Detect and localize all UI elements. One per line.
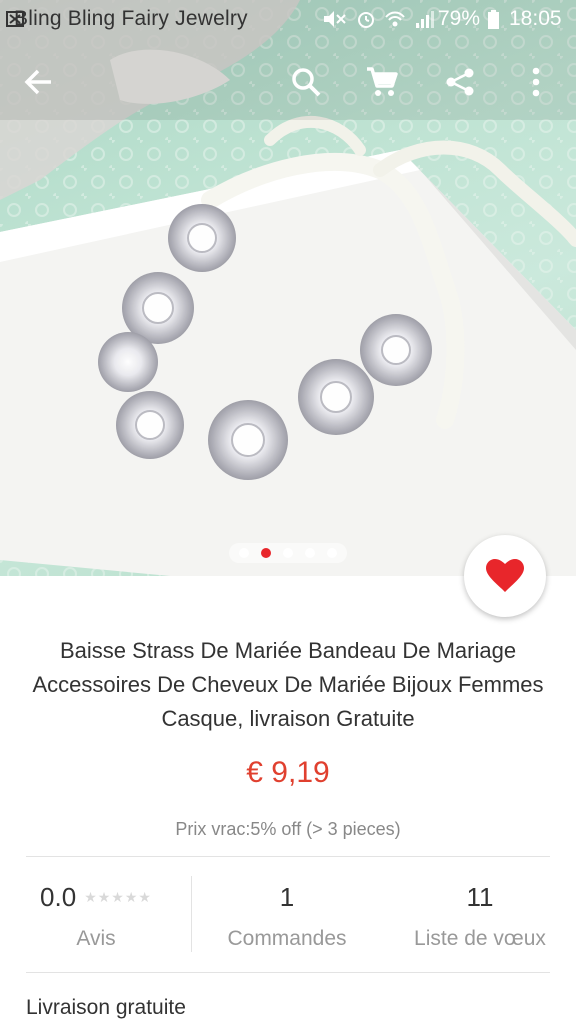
toolbar xyxy=(0,50,576,114)
arrow-left-icon xyxy=(24,69,51,95)
wishlist-value: 11 xyxy=(466,882,494,912)
search-icon xyxy=(292,68,321,97)
orders-stat[interactable]: 1 Commandes xyxy=(207,882,367,951)
rating-value: 0.0 xyxy=(40,882,77,912)
more-vert-icon xyxy=(532,67,540,97)
share-button[interactable] xyxy=(438,60,482,104)
alarm-icon xyxy=(358,12,374,28)
product-price: € 9,19 xyxy=(246,756,330,789)
orders-value: 1 xyxy=(279,882,295,912)
wishlist-label: Liste de vœux xyxy=(414,927,546,950)
wifi-icon xyxy=(385,11,405,27)
product-title: Baisse Strass De Mariée Bandeau De Maria… xyxy=(32,638,544,731)
battery-percent: 79% xyxy=(438,7,481,30)
share-icon xyxy=(446,68,474,96)
divider xyxy=(26,856,550,857)
clock: 18:05 xyxy=(509,7,562,30)
system-icons xyxy=(322,8,436,30)
search-button[interactable] xyxy=(284,60,328,104)
carousel-dot[interactable] xyxy=(239,548,249,558)
shopping-cart-icon xyxy=(367,67,398,96)
carousel-indicator xyxy=(229,543,347,563)
carousel-dot-active[interactable] xyxy=(261,548,271,558)
more-options-button[interactable] xyxy=(514,60,558,104)
bulk-price-info: Prix vrac:5% off (> 3 pieces) xyxy=(175,819,401,839)
status-bar: Bling Bling Fairy Jewelry 79% 18:05 xyxy=(0,0,576,40)
product-stats: 0.0 ★★★★★ Avis 1 Commandes 11 Liste de v… xyxy=(0,860,576,970)
rating-label: Avis xyxy=(76,927,116,950)
product-image-carousel[interactable]: Bling Bling Fairy Jewelry 79% 18:05 xyxy=(0,0,576,576)
rating-stars: ★★★★★ xyxy=(84,889,152,905)
rating-stat[interactable]: 0.0 ★★★★★ Avis xyxy=(26,882,166,951)
signal-icon xyxy=(416,11,434,28)
shipping-label[interactable]: Livraison gratuite xyxy=(26,996,186,1020)
orders-label: Commandes xyxy=(227,927,347,950)
wishlist-stat[interactable]: 11 Liste de vœux xyxy=(400,882,560,951)
carousel-dot[interactable] xyxy=(283,548,293,558)
heart-icon xyxy=(486,559,524,592)
back-button[interactable] xyxy=(16,60,60,104)
carousel-dot[interactable] xyxy=(305,548,315,558)
carousel-dot[interactable] xyxy=(327,548,337,558)
wishlist-button[interactable] xyxy=(464,535,546,617)
notification-app-name: Bling Bling Fairy Jewelry xyxy=(14,7,248,30)
cart-button[interactable] xyxy=(360,60,404,104)
battery-icon xyxy=(488,10,499,29)
divider xyxy=(26,972,550,973)
stat-separator xyxy=(191,876,192,952)
mute-icon xyxy=(324,11,346,27)
